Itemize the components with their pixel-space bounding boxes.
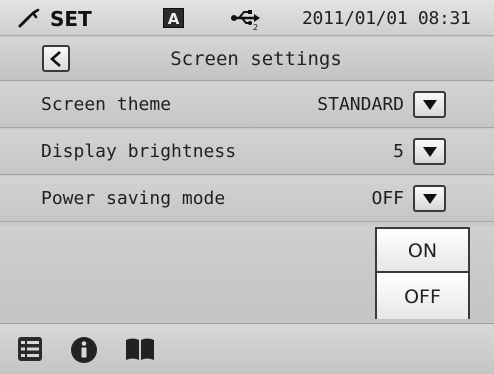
header-bar: Screen settings (0, 37, 494, 81)
setting-value: OFF (371, 188, 404, 209)
info-icon[interactable] (70, 336, 98, 364)
list-icon[interactable] (17, 336, 43, 362)
setting-value: STANDARD (317, 94, 404, 115)
book-icon[interactable] (124, 336, 156, 362)
setting-label: Display brightness (41, 141, 237, 162)
setting-label: Power saving mode (41, 188, 226, 209)
datetime: 2011/01/01 08:31 (302, 8, 471, 29)
wrench-icon (18, 8, 40, 28)
menu-option-on[interactable]: ON (377, 229, 468, 273)
setting-row-power-saving-mode[interactable]: Power saving mode OFF (0, 176, 494, 222)
triangle-down-icon (423, 147, 437, 157)
dropdown-button[interactable] (413, 185, 446, 212)
dropdown-menu: ON OFF (375, 227, 470, 319)
menu-option-off[interactable]: OFF (377, 275, 468, 319)
setting-value: 5 (393, 141, 404, 162)
page-title: Screen settings (170, 48, 342, 70)
svg-text:2: 2 (253, 23, 258, 30)
status-bar: SET A 2 2011/01/01 08:31 (0, 0, 494, 36)
usb-icon: 2 (231, 10, 260, 30)
dropdown-button[interactable] (413, 91, 446, 118)
triangle-down-icon (423, 194, 437, 204)
mode-label: SET (50, 7, 92, 31)
setting-row-screen-theme[interactable]: Screen theme STANDARD (0, 82, 494, 128)
setting-row-display-brightness[interactable]: Display brightness 5 (0, 129, 494, 175)
setting-label: Screen theme (41, 94, 172, 115)
bottom-toolbar (0, 323, 494, 374)
triangle-down-icon (423, 100, 437, 110)
auto-badge: A (163, 8, 184, 28)
dropdown-button[interactable] (413, 138, 446, 165)
